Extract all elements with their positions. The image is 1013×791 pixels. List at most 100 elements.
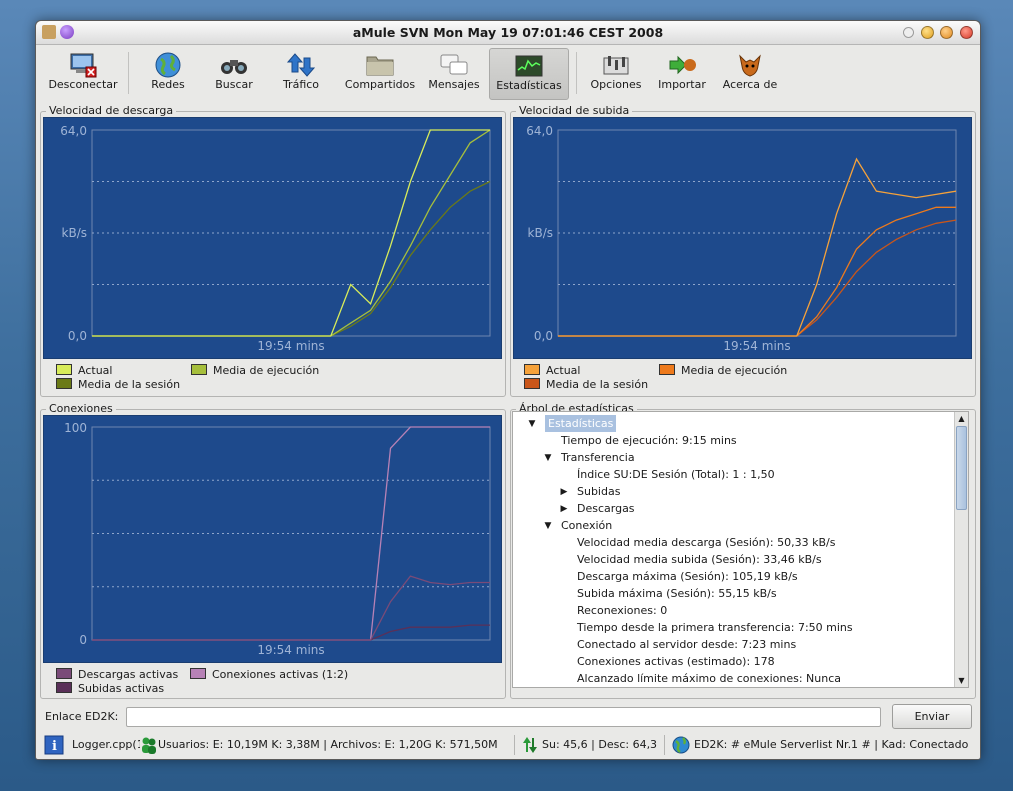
- legend-swatch: [56, 668, 72, 679]
- download-speed-panel: Velocidad de descarga 64,0 kB/s 0,0 19:54 m…: [40, 104, 506, 397]
- series-line-2: [558, 219, 957, 337]
- toolbar-options-button[interactable]: Opciones: [584, 48, 648, 100]
- series-line-0: [92, 575, 490, 641]
- scroll-thumb[interactable]: [956, 426, 967, 510]
- ed2k-label: Enlace ED2K:: [45, 710, 119, 723]
- shade-icon[interactable]: [903, 27, 914, 38]
- updown-arrows-icon: [522, 735, 540, 755]
- tree-row-label: Subidas: [577, 485, 621, 498]
- statistics-icon: [515, 55, 543, 77]
- upload-speed-panel: Velocidad de subida 64,0 kB/s 0,0 19:54 min…: [510, 104, 976, 397]
- tree-row-label: Tiempo desde la primera transferencia: 7…: [577, 621, 853, 634]
- y-bottom-label: 0: [79, 633, 87, 647]
- network-globe-icon: [672, 735, 692, 755]
- legend-swatch: [524, 364, 540, 375]
- panel-title: Velocidad de descarga: [46, 104, 177, 117]
- toolbar-label: Tráfico: [282, 78, 320, 91]
- toolbar-label: Importar: [658, 78, 706, 91]
- plot-frame: [91, 129, 491, 337]
- toolbar-label: Opciones: [590, 78, 642, 91]
- tree-row-label: Tiempo de ejecución: 9:15 mins: [561, 434, 737, 447]
- scroll-up-icon[interactable]: ▲: [955, 412, 968, 425]
- toolbar-disconnect-button[interactable]: Desconectar: [42, 48, 124, 100]
- connections-chart: 100 0 19:54 mins: [64, 421, 491, 657]
- connections-graph: 100 0 19:54 mins: [43, 415, 502, 663]
- legend-swatch: [659, 364, 675, 375]
- expand-down-icon[interactable]: ▼: [527, 419, 537, 429]
- expand-right-icon[interactable]: ▶: [559, 504, 569, 514]
- toolbar-separator: [576, 52, 577, 94]
- statistics-tree-panel: Árbol de estadísticas ▼ Estadísticas Tiemp…: [510, 402, 976, 699]
- maximize-button[interactable]: [940, 26, 953, 39]
- tree-row-label: Velocidad media descarga (Sesión): 50,33…: [577, 536, 836, 549]
- toolbar-label: Desconectar: [48, 78, 118, 91]
- transfer-arrows-icon: [286, 53, 316, 77]
- toolbar-separator: [128, 52, 129, 94]
- toolbar-messages-button[interactable]: Mensajes: [424, 48, 484, 100]
- toolbar-label: Buscar: [215, 78, 253, 91]
- status-bar: i Logger.cpp(112): Error: Usuarios: E: 1…: [36, 731, 980, 759]
- plot-frame: [91, 426, 491, 641]
- toolbar-import-button[interactable]: Importar: [652, 48, 712, 100]
- series-line-2: [92, 624, 490, 641]
- toolbar-shared-button[interactable]: Compartidos: [340, 48, 420, 100]
- expand-right-icon[interactable]: ▶: [559, 487, 569, 497]
- legend-swatch: [524, 378, 540, 389]
- legend-item: Subidas activas: [56, 682, 164, 695]
- minimize-button[interactable]: [921, 26, 934, 39]
- legend-item: Actual: [524, 364, 580, 377]
- tree-row-label: Conectado al servidor desde: 7:23 mins: [577, 638, 797, 651]
- status-speed: Su: 45,6 | Desc: 64,3: [542, 738, 658, 751]
- tree-row-label: Transferencia: [561, 451, 635, 464]
- y-top-label: 100: [64, 421, 87, 435]
- toolbar-about-button[interactable]: Acerca de: [716, 48, 784, 100]
- close-button[interactable]: [960, 26, 973, 39]
- messages-icon: [440, 54, 468, 75]
- legend-item: Media de la sesión: [524, 378, 648, 391]
- tree-row-label: Descargas: [577, 502, 635, 515]
- legend-swatch: [56, 682, 72, 693]
- folder-icon: [366, 56, 394, 76]
- legend-item: Media de la sesión: [56, 378, 180, 391]
- toolbar-search-button[interactable]: Buscar: [204, 48, 264, 100]
- y-bottom-label: 0,0: [68, 329, 87, 343]
- legend-item: Media de ejecución: [659, 364, 787, 377]
- toolbar-networks-button[interactable]: Redes: [138, 48, 198, 100]
- series-line-2: [92, 180, 491, 337]
- series-line-0: [558, 157, 957, 337]
- tree-row-label: Reconexiones: 0: [577, 604, 668, 617]
- toolbar-label: Estadísticas: [496, 79, 562, 92]
- download-speed-chart: 64,0 kB/s 0,0 19:54 mins: [60, 124, 491, 353]
- y-top-label: 64,0: [60, 124, 87, 138]
- scroll-down-icon[interactable]: ▼: [955, 674, 968, 687]
- info-icon[interactable]: i: [44, 735, 66, 755]
- send-button[interactable]: Enviar: [892, 704, 972, 729]
- upload-speed-chart: 64,0 kB/s 0,0 19:54 mins: [526, 124, 957, 353]
- series-line-1: [558, 206, 956, 337]
- connections-panel: Conexiones 100 0 19:54 mins Descargas acti…: [40, 402, 506, 699]
- expand-down-icon[interactable]: ▼: [543, 521, 553, 531]
- expand-down-icon[interactable]: ▼: [543, 453, 553, 463]
- panel-title: Conexiones: [46, 402, 116, 415]
- ed2k-link-row: Enlace ED2K: Enviar: [36, 701, 980, 731]
- toolbar-statistics-button[interactable]: Estadísticas: [489, 48, 569, 100]
- disconnect-icon: [70, 53, 97, 78]
- toolbar-label: Acerca de: [722, 78, 778, 91]
- tree-row-label: Subida máxima (Sesión): 55,15 kB/s: [577, 587, 777, 600]
- y-unit-label: kB/s: [62, 226, 87, 240]
- x-axis-label: 19:54 mins: [257, 339, 324, 353]
- users-icon: [140, 735, 158, 755]
- tree-scrollbar[interactable]: ▲ ▼: [954, 412, 968, 687]
- statistics-tree[interactable]: ▼ Estadísticas Tiempo de ejecución: 9:15 m…: [512, 411, 969, 688]
- toolbar-traffic-button[interactable]: Tráfico: [270, 48, 332, 100]
- status-log: Logger.cpp(112): Error:: [72, 738, 140, 751]
- toolbar-label: Mensajes: [428, 78, 480, 91]
- series-line-0: [92, 129, 490, 337]
- upload-speed-graph: 64,0 kB/s 0,0 19:54 mins: [513, 117, 972, 359]
- tree-row-label: Conexión: [561, 519, 613, 532]
- series-line-1: [92, 129, 491, 337]
- legend-swatch: [190, 668, 206, 679]
- title-bar[interactable]: aMule SVN Mon May 19 07:01:46 CEST 2008: [36, 21, 980, 45]
- ed2k-link-input[interactable]: [126, 707, 881, 727]
- download-speed-graph: 64,0 kB/s 0,0 19:54 mins: [43, 117, 502, 359]
